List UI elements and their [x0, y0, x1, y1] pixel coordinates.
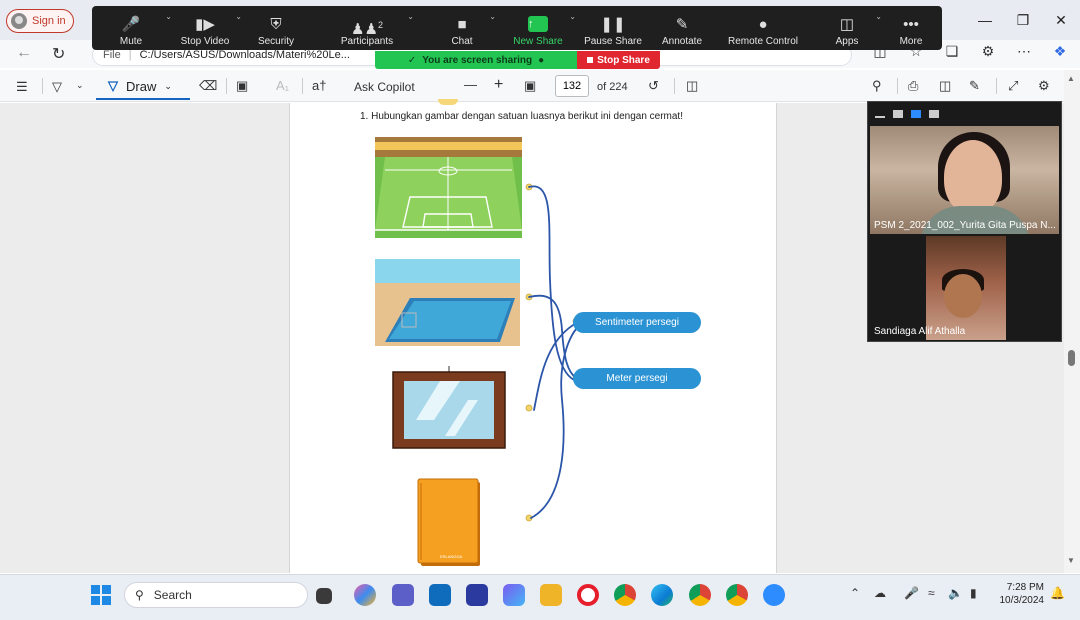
soccer-field-image: [375, 137, 522, 238]
zoom-video-gallery[interactable]: PSM 2_2021_002_Yurita Gita Puspa N... Sa…: [867, 101, 1062, 342]
participant-1-face: [944, 140, 1002, 214]
chrome-icon[interactable]: [614, 584, 636, 606]
system-clock[interactable]: 7:28 PM 10/3/2024: [994, 581, 1045, 607]
microphone-icon[interactable]: 🎤: [904, 586, 919, 600]
task-view-icon[interactable]: [316, 588, 332, 604]
clock-time: 7:28 PM: [1006, 582, 1044, 593]
copilot-app-icon[interactable]: [354, 584, 376, 606]
single-view-icon[interactable]: [893, 109, 903, 118]
wifi-icon[interactable]: ≈: [928, 586, 935, 600]
outlook-icon[interactable]: [429, 584, 451, 606]
participant-video-1[interactable]: PSM 2_2021_002_Yurita Gita Puspa N...: [870, 126, 1059, 234]
taskbar-search-box[interactable]: ⚲ Search: [124, 582, 308, 608]
answer-sentimeter-persegi: Sentimeter persegi: [573, 312, 701, 333]
notification-bell-icon[interactable]: 🔔: [1050, 586, 1065, 600]
swimming-pool-image: [375, 259, 520, 346]
scroll-down-icon[interactable]: ▼: [1067, 556, 1075, 565]
scroll-up-icon[interactable]: ▲: [1067, 74, 1075, 83]
chrome-profile-k-icon[interactable]: [726, 584, 748, 606]
participant-1-name: PSM 2_2021_002_Yurita Gita Puspa N...: [874, 220, 1056, 231]
show-hidden-icons-chevron-icon[interactable]: ⌃: [850, 586, 860, 600]
mirror-frame-image: [392, 366, 506, 449]
opera-icon[interactable]: [577, 584, 599, 606]
drawn-connection-lines: [528, 185, 585, 519]
store-icon[interactable]: [503, 584, 525, 606]
vertical-scrollbar[interactable]: ▲ ▼: [1064, 70, 1080, 573]
windows-start-icon[interactable]: [91, 585, 111, 605]
whiteboard-icon[interactable]: [466, 584, 488, 606]
cloud-icon[interactable]: ☁: [874, 586, 886, 600]
participant-2-face: [944, 274, 982, 318]
search-label: Search: [153, 588, 192, 602]
edge-icon[interactable]: [651, 584, 673, 606]
battery-icon[interactable]: ▮: [970, 586, 977, 600]
clock-date: 10/3/2024: [999, 595, 1045, 606]
answer-meter-persegi: Meter persegi: [573, 368, 701, 389]
zoom-app-icon[interactable]: [763, 584, 785, 606]
volume-icon[interactable]: 🔈: [948, 586, 963, 600]
chrome-profile-y-icon[interactable]: [689, 584, 711, 606]
participant-2-name: Sandiaga Alif Athalla: [874, 326, 966, 337]
search-icon: ⚲: [135, 588, 144, 602]
minimize-gallery-icon[interactable]: [875, 115, 885, 118]
speaker-view-icon[interactable]: [911, 109, 921, 118]
scrollbar-thumb[interactable]: [1068, 350, 1075, 366]
book-image: [417, 478, 480, 566]
book-publisher-label: ERLANGGA: [440, 554, 463, 559]
gallery-view-controls: [868, 102, 1061, 125]
participant-video-2[interactable]: [926, 236, 1006, 340]
grid-view-icon[interactable]: [929, 109, 939, 118]
teams-icon[interactable]: [392, 584, 414, 606]
file-explorer-icon[interactable]: [540, 584, 562, 606]
connector-dots: [525, 183, 580, 522]
